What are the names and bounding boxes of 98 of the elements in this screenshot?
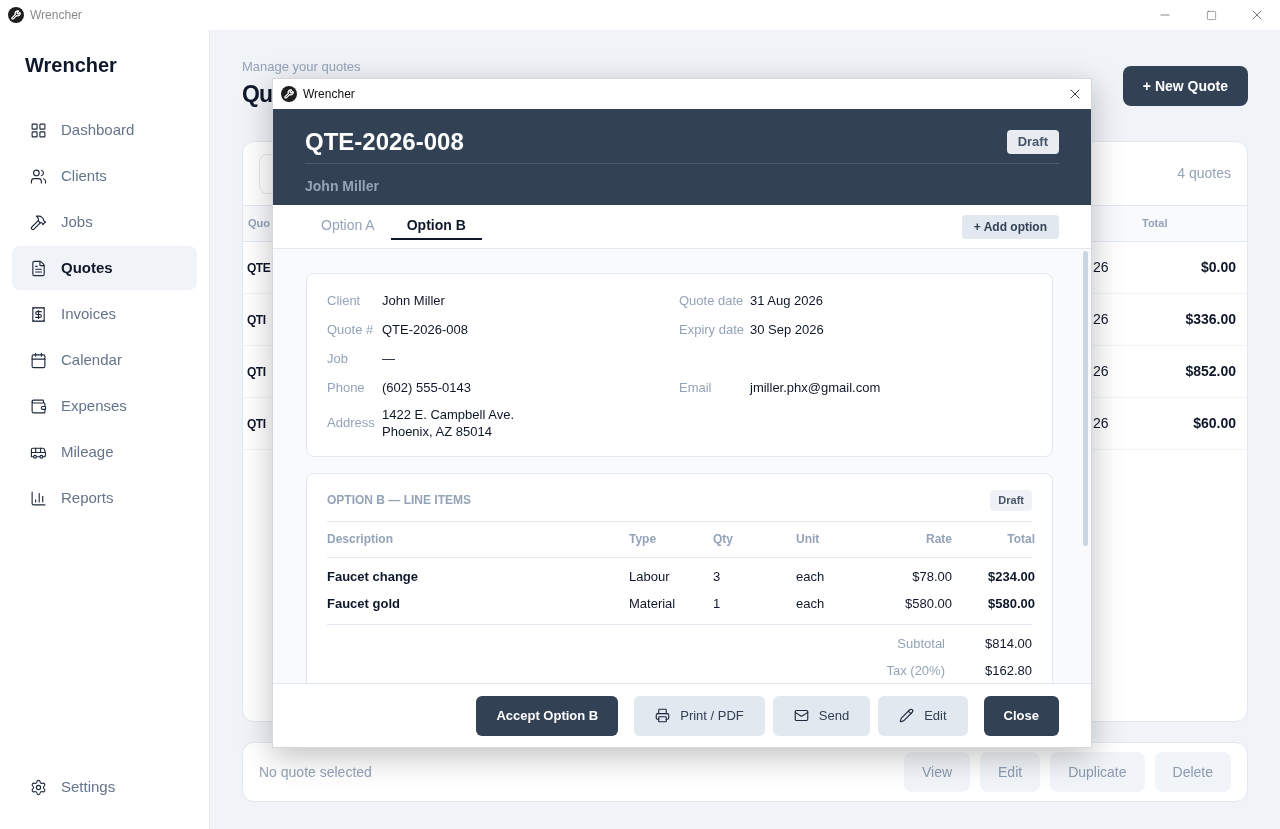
column-header: Type [629, 531, 658, 548]
brand-name: Wrencher [24, 53, 118, 78]
detail-label: Quote date [679, 291, 745, 310]
detail-value: 1422 E. Campbell Ave. [382, 406, 514, 423]
detail-label: Phone [327, 378, 366, 397]
table-cell-text: QTE [247, 259, 271, 277]
detail-value: 31 Aug 2026 [750, 292, 824, 309]
detail-label: Address [327, 414, 376, 433]
column-header: Qty [713, 531, 734, 548]
column-header: Total [1006, 531, 1035, 548]
total-value: $814.00 [984, 635, 1032, 654]
add-option-button[interactable]: + Add option [961, 214, 1059, 239]
client-name: John Miller [305, 177, 380, 196]
table-cell-text: each [796, 568, 826, 587]
status-badge: Draft [990, 490, 1032, 511]
total-label: Tax (20%) [886, 662, 945, 681]
sidebar-item[interactable]: Jobs [12, 200, 197, 244]
grid-icon [30, 121, 47, 139]
column-header: Quo [248, 216, 270, 232]
receipt-icon [30, 305, 47, 323]
detail-value: Phoenix, AZ 85014 [382, 423, 493, 440]
sidebar-item[interactable]: Dashboard [12, 108, 197, 152]
users-icon [30, 167, 47, 185]
dialog-button[interactable]: Close [983, 695, 1059, 736]
settings-item[interactable]: Settings [12, 765, 197, 809]
table-cell-text: 26 [1093, 258, 1110, 277]
new-quote-button[interactable]: + New Quote [1122, 66, 1248, 106]
page-title: Qu [242, 80, 272, 109]
sidebar-item[interactable]: Mileage [12, 430, 197, 474]
status-badge: Draft [1006, 130, 1059, 154]
window-title: Wrencher [30, 7, 82, 24]
table-cell-text: $60.00 [1192, 414, 1236, 433]
dialog-button[interactable]: Send [772, 695, 871, 736]
detail-value: — [382, 350, 395, 367]
table-cell-text: $336.00 [1184, 310, 1236, 329]
table-cell-text: $0.00 [1199, 258, 1236, 277]
hammer-icon [30, 213, 47, 231]
dialog-button[interactable]: Print / PDF [634, 695, 765, 736]
table-cell-text: $580.00 [904, 595, 952, 614]
calendar-icon [30, 351, 47, 369]
option-tab[interactable]: Option A [305, 213, 391, 240]
table-cell-text: QTI [247, 363, 266, 381]
total-value: $162.80 [984, 662, 1032, 681]
table-cell-text: Faucet gold [327, 595, 401, 614]
dialog-button[interactable]: Accept Option B [476, 695, 619, 736]
table-cell-text: Faucet change [327, 568, 420, 587]
quote-count: 4 quotes [1177, 164, 1231, 183]
column-header: Description [327, 531, 394, 548]
table-cell-text: 26 [1093, 414, 1110, 433]
table-cell-text: 26 [1093, 310, 1110, 329]
detail-label: Email [679, 378, 713, 397]
sidebar-item[interactable]: Quotes [12, 246, 197, 290]
table-cell-text: $78.00 [911, 568, 952, 587]
table-cell-text: $580.00 [987, 595, 1035, 614]
sidebar-item[interactable]: Invoices [12, 292, 197, 336]
sidebar-item[interactable]: Clients [12, 154, 197, 198]
sidebar-item[interactable]: Expenses [12, 384, 197, 428]
section-title: OPTION B — LINE ITEMS [327, 492, 471, 510]
detail-label: Job [327, 349, 349, 368]
table-cell-text: $234.00 [987, 568, 1035, 587]
sidebar-item[interactable]: Reports [12, 476, 197, 520]
page-subtitle: Manage your quotes [242, 58, 361, 76]
printer-icon [655, 708, 671, 723]
column-header: Unit [796, 531, 821, 548]
quote-number: QTE-2026-008 [305, 127, 464, 157]
detail-label: Expiry date [679, 320, 746, 339]
selection-status: No quote selected [259, 762, 372, 782]
detail-label: Client [327, 291, 362, 310]
document-icon [30, 259, 47, 277]
pencil-icon [899, 708, 915, 723]
table-cell-text: Material [629, 595, 677, 614]
detail-value: John Miller [382, 292, 445, 309]
table-cell-text: 3 [713, 568, 722, 587]
detail-value: QTE-2026-008 [382, 321, 468, 338]
detail-value: jmiller.phx@gmail.com [750, 379, 881, 396]
dialog-title: Wrencher [303, 86, 355, 103]
option-tab[interactable]: Option B [390, 213, 482, 240]
mail-icon [793, 708, 809, 723]
detail-value: (602) 555-0143 [382, 379, 471, 396]
wallet-icon [30, 397, 47, 415]
table-cell-text: each [796, 595, 826, 614]
table-cell-text: Labour [629, 568, 671, 587]
dialog-button[interactable]: Edit [878, 695, 968, 736]
total-label: Subtotal [897, 635, 945, 654]
table-cell-text: 26 [1093, 362, 1110, 381]
settings-icon [30, 778, 47, 796]
table-cell-text: $852.00 [1184, 362, 1236, 381]
table-cell-text: QTI [247, 415, 266, 433]
table-cell-text: QTI [247, 311, 266, 329]
detail-label: Quote # [327, 320, 375, 339]
app-logo-icon [8, 7, 24, 23]
detail-value: 30 Sep 2026 [750, 321, 824, 338]
table-cell-text: 1 [713, 595, 722, 614]
bar-chart-icon [30, 489, 47, 507]
column-header: Total [1142, 216, 1169, 232]
sidebar-item[interactable]: Calendar [12, 338, 197, 382]
app-logo-icon [281, 86, 297, 102]
column-header: Rate [925, 531, 952, 548]
